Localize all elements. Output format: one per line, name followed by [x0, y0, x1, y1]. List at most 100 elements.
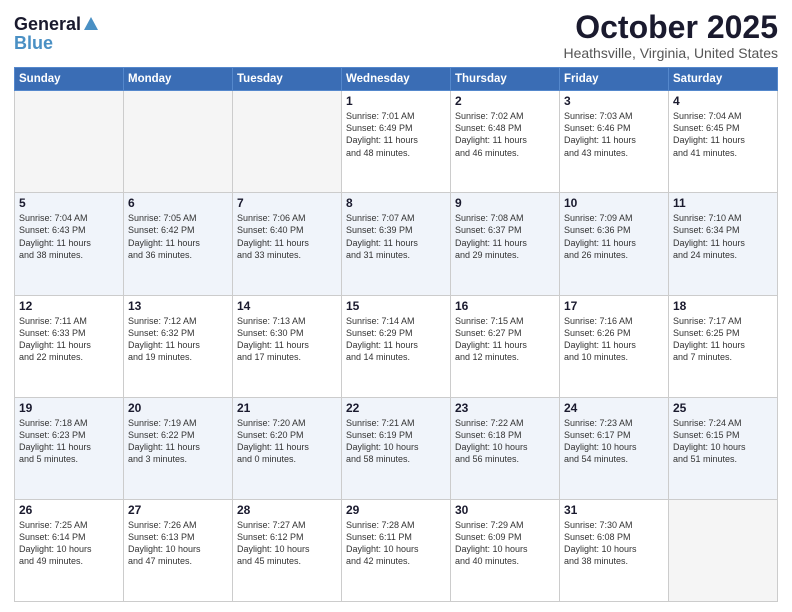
calendar-table: Sunday Monday Tuesday Wednesday Thursday… — [14, 67, 778, 602]
day-number: 7 — [237, 196, 337, 210]
day-number: 8 — [346, 196, 446, 210]
day-info: Sunrise: 7:08 AM Sunset: 6:37 PM Dayligh… — [455, 212, 555, 261]
table-cell: 26Sunrise: 7:25 AM Sunset: 6:14 PM Dayli… — [15, 499, 124, 601]
table-cell: 21 Sunrise: 7:20 AM Sunset: 6:20 PM Dayli… — [233, 397, 342, 499]
day-info: Sunrise: 7:06 AM Sunset: 6:40 PM Dayligh… — [237, 212, 337, 261]
day-number: 16 — [455, 299, 555, 313]
col-saturday: Saturday — [669, 68, 778, 91]
day-number: 29 — [346, 503, 446, 517]
logo-general: General — [14, 14, 81, 35]
table-cell — [233, 91, 342, 193]
day-info: Sunrise: 7:19 AM Sunset: 6:22 PM Dayligh… — [128, 417, 228, 466]
table-cell: 17 Sunrise: 7:16 AM Sunset: 6:26 PM Dayli… — [560, 295, 669, 397]
day-number: 13 — [128, 299, 228, 313]
table-cell: 5 Sunrise: 7:04 AM Sunset: 6:43 PM Daylig… — [15, 193, 124, 295]
day-info: Sunrise: 7:05 AM Sunset: 6:42 PM Dayligh… — [128, 212, 228, 261]
day-info: Sunrise: 7:26 AM Sunset: 6:13 PM Dayligh… — [128, 519, 228, 568]
day-number: 27 — [128, 503, 228, 517]
table-cell: 7 Sunrise: 7:06 AM Sunset: 6:40 PM Daylig… — [233, 193, 342, 295]
day-number: 28 — [237, 503, 337, 517]
day-info: Sunrise: 7:12 AM Sunset: 6:32 PM Dayligh… — [128, 315, 228, 364]
table-cell: 14 Sunrise: 7:13 AM Sunset: 6:30 PM Dayli… — [233, 295, 342, 397]
table-cell: 27 Sunrise: 7:26 AM Sunset: 6:13 PM Dayli… — [124, 499, 233, 601]
day-info: Sunrise: 7:21 AM Sunset: 6:19 PM Dayligh… — [346, 417, 446, 466]
day-info: Sunrise: 7:09 AM Sunset: 6:36 PM Dayligh… — [564, 212, 664, 261]
table-cell: 19Sunrise: 7:18 AM Sunset: 6:23 PM Dayli… — [15, 397, 124, 499]
col-monday: Monday — [124, 68, 233, 91]
day-info: Sunrise: 7:04 AM Sunset: 6:45 PM Dayligh… — [673, 110, 773, 159]
day-number: 1 — [346, 94, 446, 108]
table-cell: 22 Sunrise: 7:21 AM Sunset: 6:19 PM Dayli… — [342, 397, 451, 499]
day-info: Sunrise: 7:22 AM Sunset: 6:18 PM Dayligh… — [455, 417, 555, 466]
day-info: Sunrise: 7:23 AM Sunset: 6:17 PM Dayligh… — [564, 417, 664, 466]
day-number: 5 — [19, 196, 119, 210]
table-cell: 8 Sunrise: 7:07 AM Sunset: 6:39 PM Daylig… — [342, 193, 451, 295]
day-number: 31 — [564, 503, 664, 517]
day-number: 20 — [128, 401, 228, 415]
table-cell: 11 Sunrise: 7:10 AM Sunset: 6:34 PM Dayli… — [669, 193, 778, 295]
day-info: Sunrise: 7:13 AM Sunset: 6:30 PM Dayligh… — [237, 315, 337, 364]
day-number: 3 — [564, 94, 664, 108]
table-cell: 13 Sunrise: 7:12 AM Sunset: 6:32 PM Dayli… — [124, 295, 233, 397]
day-number: 18 — [673, 299, 773, 313]
header: General Blue October 2025 Heathsville, V… — [14, 10, 778, 61]
table-cell: 15 Sunrise: 7:14 AM Sunset: 6:29 PM Dayli… — [342, 295, 451, 397]
col-thursday: Thursday — [451, 68, 560, 91]
day-info: Sunrise: 7:29 AM Sunset: 6:09 PM Dayligh… — [455, 519, 555, 568]
table-cell: 12Sunrise: 7:11 AM Sunset: 6:33 PM Dayli… — [15, 295, 124, 397]
day-info: Sunrise: 7:07 AM Sunset: 6:39 PM Dayligh… — [346, 212, 446, 261]
day-number: 14 — [237, 299, 337, 313]
table-cell — [669, 499, 778, 601]
table-cell: 28Sunrise: 7:27 AM Sunset: 6:12 PM Dayli… — [233, 499, 342, 601]
day-info: Sunrise: 7:28 AM Sunset: 6:11 PM Dayligh… — [346, 519, 446, 568]
table-cell: 2 Sunrise: 7:02 AM Sunset: 6:48 PM Daylig… — [451, 91, 560, 193]
day-info: Sunrise: 7:10 AM Sunset: 6:34 PM Dayligh… — [673, 212, 773, 261]
table-cell: 24Sunrise: 7:23 AM Sunset: 6:17 PM Dayli… — [560, 397, 669, 499]
col-friday: Friday — [560, 68, 669, 91]
col-tuesday: Tuesday — [233, 68, 342, 91]
week-row-3: 12Sunrise: 7:11 AM Sunset: 6:33 PM Dayli… — [15, 295, 778, 397]
day-number: 21 — [237, 401, 337, 415]
day-number: 9 — [455, 196, 555, 210]
table-cell: 30 Sunrise: 7:29 AM Sunset: 6:09 PM Dayli… — [451, 499, 560, 601]
day-number: 17 — [564, 299, 664, 313]
day-number: 11 — [673, 196, 773, 210]
title-block: October 2025 Heathsville, Virginia, Unit… — [563, 10, 778, 61]
day-info: Sunrise: 7:04 AM Sunset: 6:43 PM Dayligh… — [19, 212, 119, 261]
day-info: Sunrise: 7:02 AM Sunset: 6:48 PM Dayligh… — [455, 110, 555, 159]
day-info: Sunrise: 7:30 AM Sunset: 6:08 PM Dayligh… — [564, 519, 664, 568]
day-info: Sunrise: 7:18 AM Sunset: 6:23 PM Dayligh… — [19, 417, 119, 466]
table-cell — [124, 91, 233, 193]
day-number: 25 — [673, 401, 773, 415]
day-info: Sunrise: 7:17 AM Sunset: 6:25 PM Dayligh… — [673, 315, 773, 364]
table-cell: 16Sunrise: 7:15 AM Sunset: 6:27 PM Dayli… — [451, 295, 560, 397]
col-wednesday: Wednesday — [342, 68, 451, 91]
day-number: 6 — [128, 196, 228, 210]
table-cell: 4 Sunrise: 7:04 AM Sunset: 6:45 PM Daylig… — [669, 91, 778, 193]
day-info: Sunrise: 7:01 AM Sunset: 6:49 PM Dayligh… — [346, 110, 446, 159]
table-cell: 25Sunrise: 7:24 AM Sunset: 6:15 PM Dayli… — [669, 397, 778, 499]
week-row-1: 1 Sunrise: 7:01 AM Sunset: 6:49 PM Daylig… — [15, 91, 778, 193]
month-title: October 2025 — [563, 10, 778, 45]
table-cell: 29 Sunrise: 7:28 AM Sunset: 6:11 PM Dayli… — [342, 499, 451, 601]
page: General Blue October 2025 Heathsville, V… — [0, 0, 792, 612]
day-number: 30 — [455, 503, 555, 517]
table-cell: 3Sunrise: 7:03 AM Sunset: 6:46 PM Daylig… — [560, 91, 669, 193]
logo: General Blue — [14, 14, 98, 54]
day-info: Sunrise: 7:16 AM Sunset: 6:26 PM Dayligh… — [564, 315, 664, 364]
table-cell: 9 Sunrise: 7:08 AM Sunset: 6:37 PM Daylig… — [451, 193, 560, 295]
logo-triangle-icon — [84, 17, 98, 30]
day-info: Sunrise: 7:14 AM Sunset: 6:29 PM Dayligh… — [346, 315, 446, 364]
header-row: Sunday Monday Tuesday Wednesday Thursday… — [15, 68, 778, 91]
day-number: 23 — [455, 401, 555, 415]
day-number: 15 — [346, 299, 446, 313]
table-cell: 31 Sunrise: 7:30 AM Sunset: 6:08 PM Dayli… — [560, 499, 669, 601]
day-number: 4 — [673, 94, 773, 108]
day-number: 22 — [346, 401, 446, 415]
table-cell: 10Sunrise: 7:09 AM Sunset: 6:36 PM Dayli… — [560, 193, 669, 295]
day-number: 2 — [455, 94, 555, 108]
location: Heathsville, Virginia, United States — [563, 45, 778, 61]
day-info: Sunrise: 7:20 AM Sunset: 6:20 PM Dayligh… — [237, 417, 337, 466]
logo-blue: Blue — [14, 33, 53, 54]
col-sunday: Sunday — [15, 68, 124, 91]
